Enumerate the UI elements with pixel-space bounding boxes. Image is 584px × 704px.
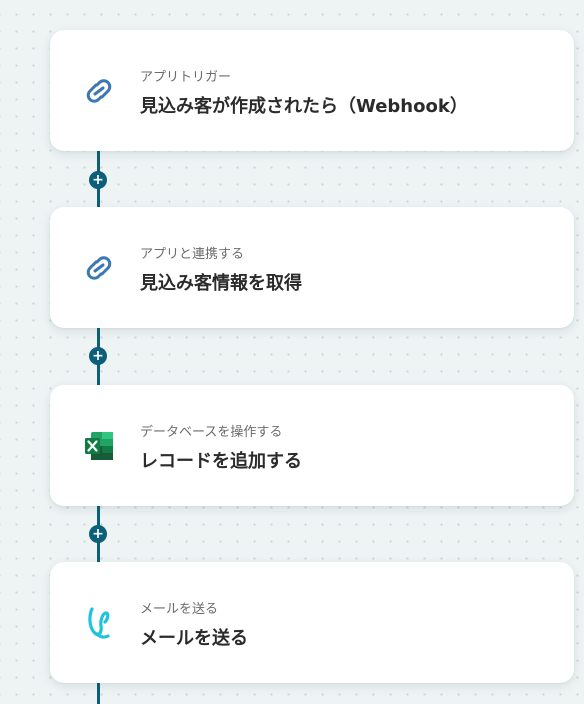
step-subtitle: アプリトリガー [140, 70, 232, 85]
add-step-button[interactable]: + [89, 171, 107, 189]
mail-icon [80, 604, 118, 642]
flow-step-card-trigger[interactable]: アプリトリガー 見込み客が作成されたら（Webhook） [50, 30, 574, 151]
flow-step-card-send-mail[interactable]: メールを送る メールを送る [50, 562, 574, 683]
excel-icon [80, 427, 118, 465]
step-title: レコードを追加する [140, 451, 302, 472]
step-title: 見込み客情報を取得 [140, 273, 302, 294]
zoho-crm-icon [80, 72, 118, 110]
add-step-button[interactable]: + [89, 347, 107, 365]
step-subtitle: メールを送る [140, 602, 219, 617]
connector-line [97, 682, 100, 704]
step-subtitle: データベースを操作する [140, 425, 283, 440]
flow-step-card-get-lead[interactable]: アプリと連携する 見込み客情報を取得 [50, 207, 574, 328]
workflow-canvas: + + + アプリトリガー 見込み客が作成されたら（Webhook） アプリと連… [0, 0, 584, 704]
add-step-button[interactable]: + [89, 525, 107, 543]
flow-step-card-add-record[interactable]: データベースを操作する レコードを追加する [50, 385, 574, 506]
step-title: 見込み客が作成されたら（Webhook） [140, 96, 468, 117]
step-subtitle: アプリと連携する [140, 247, 245, 262]
step-title: メールを送る [140, 628, 248, 649]
zoho-crm-icon [80, 249, 118, 287]
